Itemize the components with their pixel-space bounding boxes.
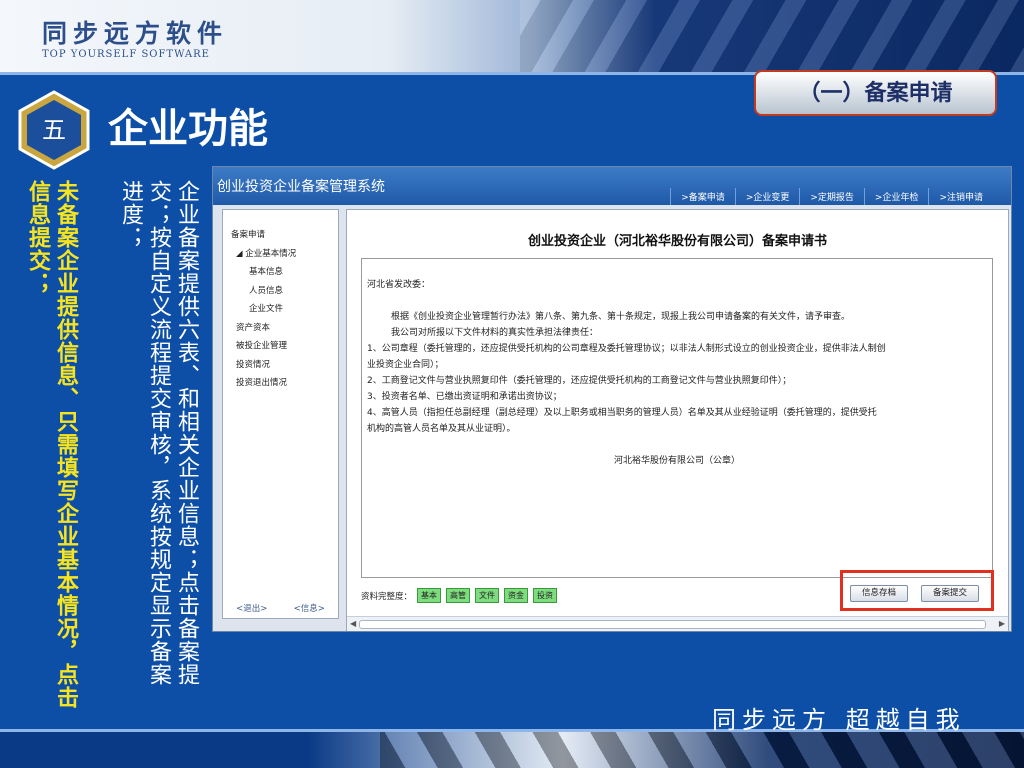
- app-title: 创业投资企业备案管理系统: [217, 179, 385, 195]
- doc-list-item: 2、工商登记文件与营业执照复印件（委托管理的，还应提供受托机构的工商登记文件与营…: [367, 376, 792, 386]
- sidebar-item-personnel[interactable]: 人员信息: [231, 282, 296, 301]
- save-info-button[interactable]: 信息存档: [850, 585, 908, 602]
- info-link[interactable]: <信息>: [294, 602, 325, 614]
- nav-periodic-report[interactable]: >定期报告: [799, 188, 864, 205]
- note-unregistered: 未备案企业提供信息、只需填写企业基本情况，点击信息提交；: [25, 180, 79, 709]
- nav-filing-apply[interactable]: >备案申请: [670, 188, 735, 205]
- sidebar-tree: 备案申请 ◢ 企业基本情况 基本信息 人员信息 企业文件 资产资本 被投企业管理…: [231, 226, 296, 393]
- document-title: 创业投资企业（河北裕华股份有限公司）备案申请书: [527, 234, 827, 249]
- scroll-right-icon[interactable]: ▶: [999, 619, 1005, 628]
- chip-files[interactable]: 文件: [475, 588, 500, 603]
- completeness-label: 资料完整度：: [361, 591, 413, 602]
- slogan: 同步远方 超越自我: [712, 706, 966, 734]
- sidebar-item-filing[interactable]: 备案申请: [231, 226, 296, 245]
- brand-name-cn: 同步远方软件: [42, 19, 229, 48]
- doc-list-item: 机构的高管人员名单及其从业证明）。: [367, 424, 516, 434]
- sidebar-footer: <退出> <信息>: [223, 602, 338, 614]
- chip-executives[interactable]: 高管: [446, 588, 471, 603]
- sidebar-item-basic-info[interactable]: 基本信息: [231, 263, 296, 282]
- doc-list-item: 业投资企业合同）；: [367, 360, 444, 370]
- chip-investments[interactable]: 投资: [533, 588, 558, 603]
- chip-basic[interactable]: 基本: [417, 588, 442, 603]
- top-banner-decoration: [520, 0, 1024, 72]
- logout-link[interactable]: <退出>: [236, 602, 267, 614]
- sidebar-item-exits[interactable]: 投资退出情况: [231, 374, 296, 393]
- chip-funds[interactable]: 资金: [504, 588, 529, 603]
- completeness-bar: 资料完整度： 基本 高管 文件 资金 投资: [361, 588, 562, 603]
- chapter-number: 五: [42, 116, 66, 144]
- scroll-left-icon[interactable]: ◀: [350, 619, 356, 628]
- app-header: 创业投资企业备案管理系统 >备案申请 >企业变更 >定期报告 >企业年检 >注销…: [213, 167, 1011, 205]
- note-registered: 企业备案提供六表、和相关企业信息；点击备案提交；按自定义流程提交审核，系统按规定…: [118, 180, 199, 686]
- doc-signature: 河北裕华股份有限公司（公章）: [613, 456, 740, 466]
- section-tag: （一）备案申请: [754, 70, 997, 116]
- bottom-banner-decoration: [380, 732, 1024, 768]
- main-panel: 创业投资企业（河北裕华股份有限公司）备案申请书 河北省发改委： 根据《创业投资企…: [346, 209, 1009, 631]
- app-nav: >备案申请 >企业变更 >定期报告 >企业年检 >注销申请: [670, 188, 993, 205]
- nav-cancel-apply[interactable]: >注销申请: [928, 188, 993, 205]
- app-screenshot: 创业投资企业备案管理系统 >备案申请 >企业变更 >定期报告 >企业年检 >注销…: [212, 166, 1012, 632]
- doc-list-item: 3、投资者名单、已缴出资证明和承诺出资协议；: [367, 392, 562, 402]
- sidebar-item-basic-situation[interactable]: ◢ 企业基本情况: [231, 245, 296, 264]
- sidebar-item-investments[interactable]: 投资情况: [231, 356, 296, 375]
- slide-title: 企业功能: [108, 105, 268, 152]
- horizontal-scrollbar[interactable]: ◀ ▶: [347, 616, 1008, 631]
- doc-paragraph: 我公司对所报以下文件材料的真实性承担法律责任：: [391, 328, 599, 338]
- sidebar-item-capital[interactable]: 资产资本: [231, 319, 296, 338]
- nav-annual-inspection[interactable]: >企业年检: [863, 188, 929, 205]
- sidebar-item-invested[interactable]: 被投企业管理: [231, 337, 296, 356]
- doc-list-item: 1、公司章程（委托管理的，还应提供受托机构的公司章程及委托管理协议；以非法人制形…: [367, 344, 886, 354]
- brand-name-en: TOP YOURSELF SOFTWARE: [42, 49, 210, 60]
- doc-paragraph: 根据《创业投资企业管理暂行办法》第八条、第九条、第十条规定，现报上我公司申请备案…: [391, 312, 851, 322]
- doc-addressee: 河北省发改委：: [367, 280, 431, 290]
- sidebar-item-files[interactable]: 企业文件: [231, 300, 296, 319]
- doc-list-item: 4、高管人员（指担任总副经理（副总经理）及以上职务或相当职务的管理人员）名单及其…: [367, 408, 877, 418]
- nav-enterprise-change[interactable]: >企业变更: [734, 188, 800, 205]
- scrollbar-thumb[interactable]: [359, 620, 986, 629]
- document-body: 河北省发改委： 根据《创业投资企业管理暂行办法》第八条、第九条、第十条规定，现报…: [361, 258, 993, 578]
- submit-filing-button[interactable]: 备案提交: [921, 585, 979, 602]
- sidebar: 备案申请 ◢ 企业基本情况 基本信息 人员信息 企业文件 资产资本 被投企业管理…: [222, 209, 339, 619]
